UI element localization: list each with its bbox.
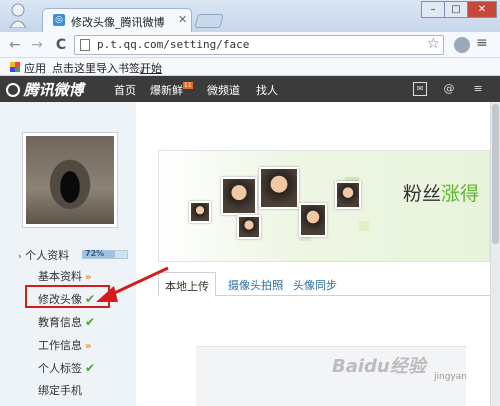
sidebar-item-label: 教育信息 [38, 316, 82, 329]
fan-photo [259, 167, 299, 209]
scrollbar-thumb[interactable] [492, 104, 499, 244]
bookmarks-bar: 应用 点击这里导入书签。 开始 [0, 58, 500, 76]
favicon-icon: ◎ [53, 14, 65, 26]
main-content: 粉丝涨得 本地上传 摄像头拍照 头像同步 [136, 102, 490, 406]
apps-grid-icon[interactable] [10, 62, 20, 72]
sidebar-item-label: 个人标签 [38, 362, 82, 375]
sidebar-item-label: 绑定手机 [38, 384, 82, 397]
nav-channel[interactable]: 微频道 [207, 82, 240, 98]
sidebar-item-tags[interactable]: 个人标签 ✔ [38, 360, 95, 376]
sidebar-item-label: 工作信息 [38, 339, 82, 352]
chevron-right-icon: › [18, 252, 22, 262]
maximize-button[interactable]: □ [444, 1, 468, 18]
avatar-image [26, 136, 114, 224]
sidebar-item-basic-info[interactable]: 基本资料» [38, 268, 91, 284]
close-window-button[interactable]: ✕ [467, 1, 497, 18]
checkmark-icon: ✔ [85, 361, 96, 375]
avatar-source-tabs: 本地上传 摄像头拍照 头像同步 [158, 272, 490, 297]
watermark-subtext: jingyan [434, 372, 467, 382]
fan-photo [299, 203, 327, 237]
nav-home[interactable]: 首页 [114, 82, 136, 98]
bookmark-star-icon[interactable]: ☆ [427, 36, 440, 52]
address-bar[interactable]: p.t.qq.com/setting/face ☆ [74, 35, 444, 55]
tab-close-icon[interactable]: ✕ [178, 13, 187, 26]
nav-new-badge: 11 [183, 82, 193, 89]
watermark-logo: Baidu经验 [332, 356, 426, 377]
mention-at-icon[interactable]: @ [442, 82, 456, 96]
chevron-double-right-icon: » [85, 272, 92, 283]
user-profile-icon[interactable] [8, 2, 28, 28]
fan-photo [221, 177, 257, 215]
sidebar-item-education[interactable]: 教育信息 ✔ [38, 314, 95, 330]
profile-section-header[interactable]: › 个人资料 [18, 247, 69, 263]
chevron-double-right-icon: » [85, 341, 92, 352]
browser-tab[interactable]: ◎ 修改头像_腾讯微博 ✕ [42, 8, 192, 32]
vertical-scrollbar[interactable] [490, 102, 500, 406]
nav-people[interactable]: 找人 [256, 82, 278, 98]
profile-label: 个人资料 [25, 249, 70, 262]
banner-text-fans: 粉丝 [403, 183, 442, 205]
site-header: 腾讯微博 首页 爆新鲜11 微频道 找人 ✉ @ ≡ [0, 76, 500, 102]
nav-new[interactable]: 爆新鲜11 [150, 82, 193, 98]
extension-icon[interactable] [454, 37, 470, 53]
profile-completion-text: 72% [85, 249, 105, 258]
logo-mark-icon [6, 82, 20, 97]
sidebar-item-bind-phone[interactable]: 绑定手机 [38, 382, 82, 398]
menu-list-icon[interactable]: ≡ [471, 82, 485, 96]
fan-photo [335, 181, 361, 209]
new-tab-button[interactable] [194, 14, 224, 28]
tab-avatar-sync[interactable]: 头像同步 [287, 272, 343, 296]
sidebar-item-label: 基本资料 [38, 270, 82, 283]
banner-slogan: 粉丝涨得 [403, 179, 479, 206]
url-text[interactable]: p.t.qq.com/setting/face [97, 38, 249, 51]
profile-completion-bar: 72% [82, 249, 128, 259]
page-icon [80, 39, 90, 51]
bookmark-start-link[interactable]: 开始 [140, 60, 162, 76]
message-icon[interactable]: ✉ [413, 82, 427, 96]
tab-camera-capture[interactable]: 摄像头拍照 [222, 272, 289, 296]
fan-photo [237, 215, 261, 239]
fan-photo [189, 201, 211, 223]
browser-toolbar: ← → C p.t.qq.com/setting/face ☆ ≡ [0, 32, 500, 58]
nav-new-label: 爆新鲜 [150, 84, 183, 97]
browser-titlebar: ◎ 修改头像_腾讯微博 ✕ – □ ✕ [0, 0, 500, 32]
tab-title: 修改头像_腾讯微博 [71, 16, 165, 29]
sidebar-item-work[interactable]: 工作信息» [38, 337, 91, 353]
site-brand: 腾讯微博 [23, 81, 84, 99]
decor-square [359, 221, 369, 231]
menu-wrench-icon[interactable]: ≡ [476, 35, 488, 51]
minimize-button[interactable]: – [421, 1, 445, 18]
avatar[interactable] [22, 132, 118, 228]
reload-icon[interactable]: C [52, 36, 70, 54]
checkmark-icon: ✔ [85, 315, 96, 329]
site-logo[interactable]: 腾讯微博 [6, 79, 84, 100]
bookmark-apps[interactable]: 应用 [24, 60, 46, 76]
bookmark-import-hint: 点击这里导入书签。 [52, 62, 151, 75]
red-pointer-arrow [96, 266, 169, 302]
back-arrow-icon[interactable]: ← [6, 36, 24, 54]
banner-text-grow: 涨得 [441, 183, 480, 205]
forward-arrow-icon[interactable]: → [28, 36, 46, 54]
tab-separator [282, 279, 283, 290]
settings-sidebar: › 个人资料 72% 基本资料» 修改头像 ✔ 教育信息 ✔ 工作信息» 个人标签 ✔… [12, 102, 134, 406]
promo-banner: 粉丝涨得 [158, 150, 490, 262]
